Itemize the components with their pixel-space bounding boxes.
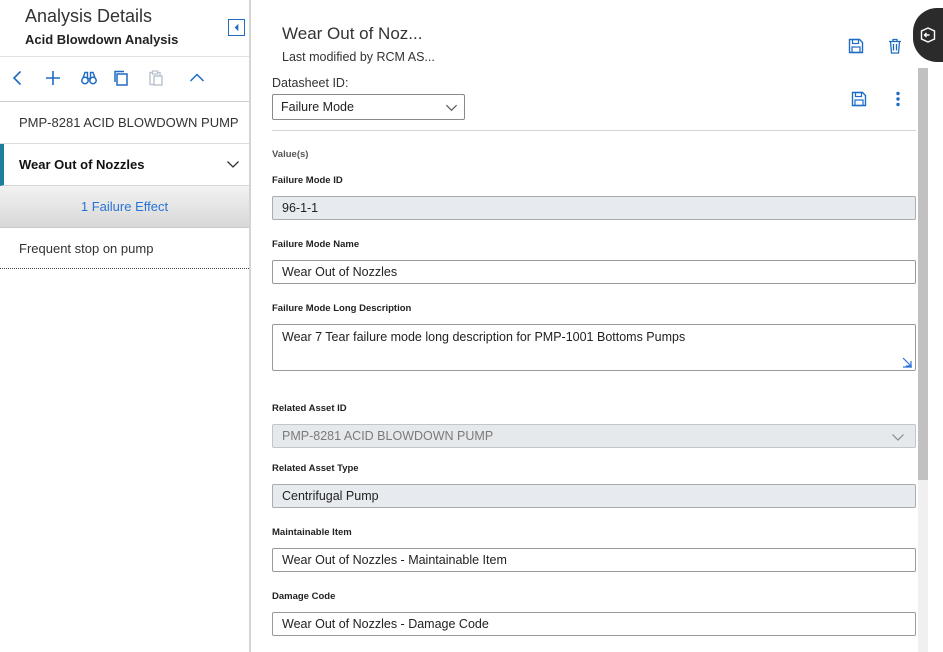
- failure-effects-label: 1 Failure Effect: [80, 199, 169, 214]
- field-value: Centrifugal Pump: [282, 489, 379, 503]
- long-description-label: Failure Mode Long Description: [272, 303, 412, 314]
- related-asset-type-field: Centrifugal Pump: [272, 484, 916, 508]
- damage-code-field[interactable]: Wear Out of Nozzles - Damage Code: [272, 612, 916, 636]
- search-button[interactable]: [78, 67, 100, 89]
- add-icon: [46, 71, 60, 85]
- field-value: Wear 7 Tear failure mode long descriptio…: [282, 330, 686, 344]
- paste-icon: [149, 70, 163, 86]
- related-asset-id-select: PMP-8281 ACID BLOWDOWN PUMP: [272, 424, 916, 448]
- save-icon: [851, 91, 867, 107]
- datasheet-select-value: Failure Mode: [281, 100, 354, 114]
- maintainable-item-label: Maintainable Item: [272, 527, 352, 538]
- analysis-details-panel: Analysis Details Acid Blowdown Analysis …: [0, 0, 251, 652]
- chevron-down-icon: [892, 434, 904, 441]
- divider: [272, 130, 916, 131]
- datasheet-scroll-area: Datasheet ID: Failure Mode Value(s) Fail…: [253, 68, 943, 652]
- collapse-tree-button[interactable]: [186, 67, 208, 89]
- field-value: Wear Out of Nozzles: [282, 265, 398, 279]
- tree-item-label: PMP-8281 ACID BLOWDOWN PUMP: [19, 115, 239, 130]
- kebab-menu-icon: [896, 91, 900, 107]
- values-section-label: Value(s): [272, 149, 309, 160]
- long-description-field[interactable]: Wear 7 Tear failure mode long descriptio…: [272, 324, 916, 371]
- tree-item-label: Wear Out of Nozzles: [19, 157, 145, 172]
- open-side-panel-button[interactable]: [913, 8, 943, 62]
- chevron-down-icon[interactable]: [226, 157, 240, 171]
- more-options-button[interactable]: [889, 90, 907, 108]
- datasheet-select[interactable]: Failure Mode: [272, 94, 465, 120]
- tree-toolbar: [0, 56, 249, 102]
- related-asset-id-label: Related Asset ID: [272, 403, 347, 414]
- save-record-button[interactable]: [847, 37, 865, 55]
- panel-title: Analysis Details: [25, 6, 153, 26]
- field-value: PMP-8281 ACID BLOWDOWN PUMP: [282, 429, 494, 443]
- copy-button[interactable]: [110, 67, 132, 89]
- sign-in-icon: [920, 27, 936, 43]
- record-title: Wear Out of Noz...: [282, 24, 423, 43]
- field-value: Wear Out of Nozzles - Damage Code: [282, 617, 489, 631]
- failure-mode-id-label: Failure Mode ID: [272, 175, 343, 186]
- copy-icon: [114, 70, 128, 86]
- tree-item-failure-mode[interactable]: Wear Out of Nozzles: [0, 144, 249, 186]
- analysis-name: Acid Blowdown Analysis: [25, 32, 179, 47]
- collapse-left-icon: [234, 23, 239, 32]
- tree-item-asset[interactable]: PMP-8281 ACID BLOWDOWN PUMP: [0, 102, 249, 144]
- expand-icon[interactable]: [902, 357, 913, 368]
- scrollbar-thumb[interactable]: [918, 68, 928, 480]
- failure-effects-link[interactable]: 1 Failure Effect: [0, 186, 249, 228]
- related-asset-type-label: Related Asset Type: [272, 463, 359, 474]
- vertical-scrollbar[interactable]: [918, 68, 928, 652]
- datasheet-id-label: Datasheet ID:: [272, 76, 349, 90]
- back-icon: [12, 70, 22, 86]
- failure-mode-id-field: 96-1-1: [272, 196, 916, 220]
- save-datasheet-button[interactable]: [850, 90, 868, 108]
- failure-mode-name-field[interactable]: Wear Out of Nozzles: [272, 260, 916, 284]
- datasheet-panel: Wear Out of Noz... Last modified by RCM …: [253, 0, 943, 652]
- add-button[interactable]: [42, 67, 64, 89]
- tree-item-failure-effect[interactable]: Frequent stop on pump: [0, 228, 249, 269]
- panel-header: Analysis Details Acid Blowdown Analysis: [0, 0, 249, 56]
- binoculars-icon: [81, 71, 97, 85]
- delete-record-button[interactable]: [886, 37, 904, 55]
- last-modified-text: Last modified by RCM AS...: [282, 50, 435, 64]
- chevron-down-icon: [445, 104, 458, 112]
- trash-icon: [889, 38, 901, 54]
- damage-code-label: Damage Code: [272, 591, 336, 602]
- maintainable-item-field[interactable]: Wear Out of Nozzles - Maintainable Item: [272, 548, 916, 572]
- paste-button[interactable]: [145, 67, 167, 89]
- failure-mode-name-label: Failure Mode Name: [272, 239, 360, 250]
- tree-item-label: Frequent stop on pump: [19, 240, 154, 256]
- save-icon: [848, 38, 864, 54]
- collapse-panel-button[interactable]: [228, 19, 245, 36]
- field-value: Wear Out of Nozzles - Maintainable Item: [282, 553, 507, 567]
- field-value: 96-1-1: [282, 201, 319, 215]
- back-button[interactable]: [7, 67, 29, 89]
- chevron-up-icon: [189, 73, 205, 82]
